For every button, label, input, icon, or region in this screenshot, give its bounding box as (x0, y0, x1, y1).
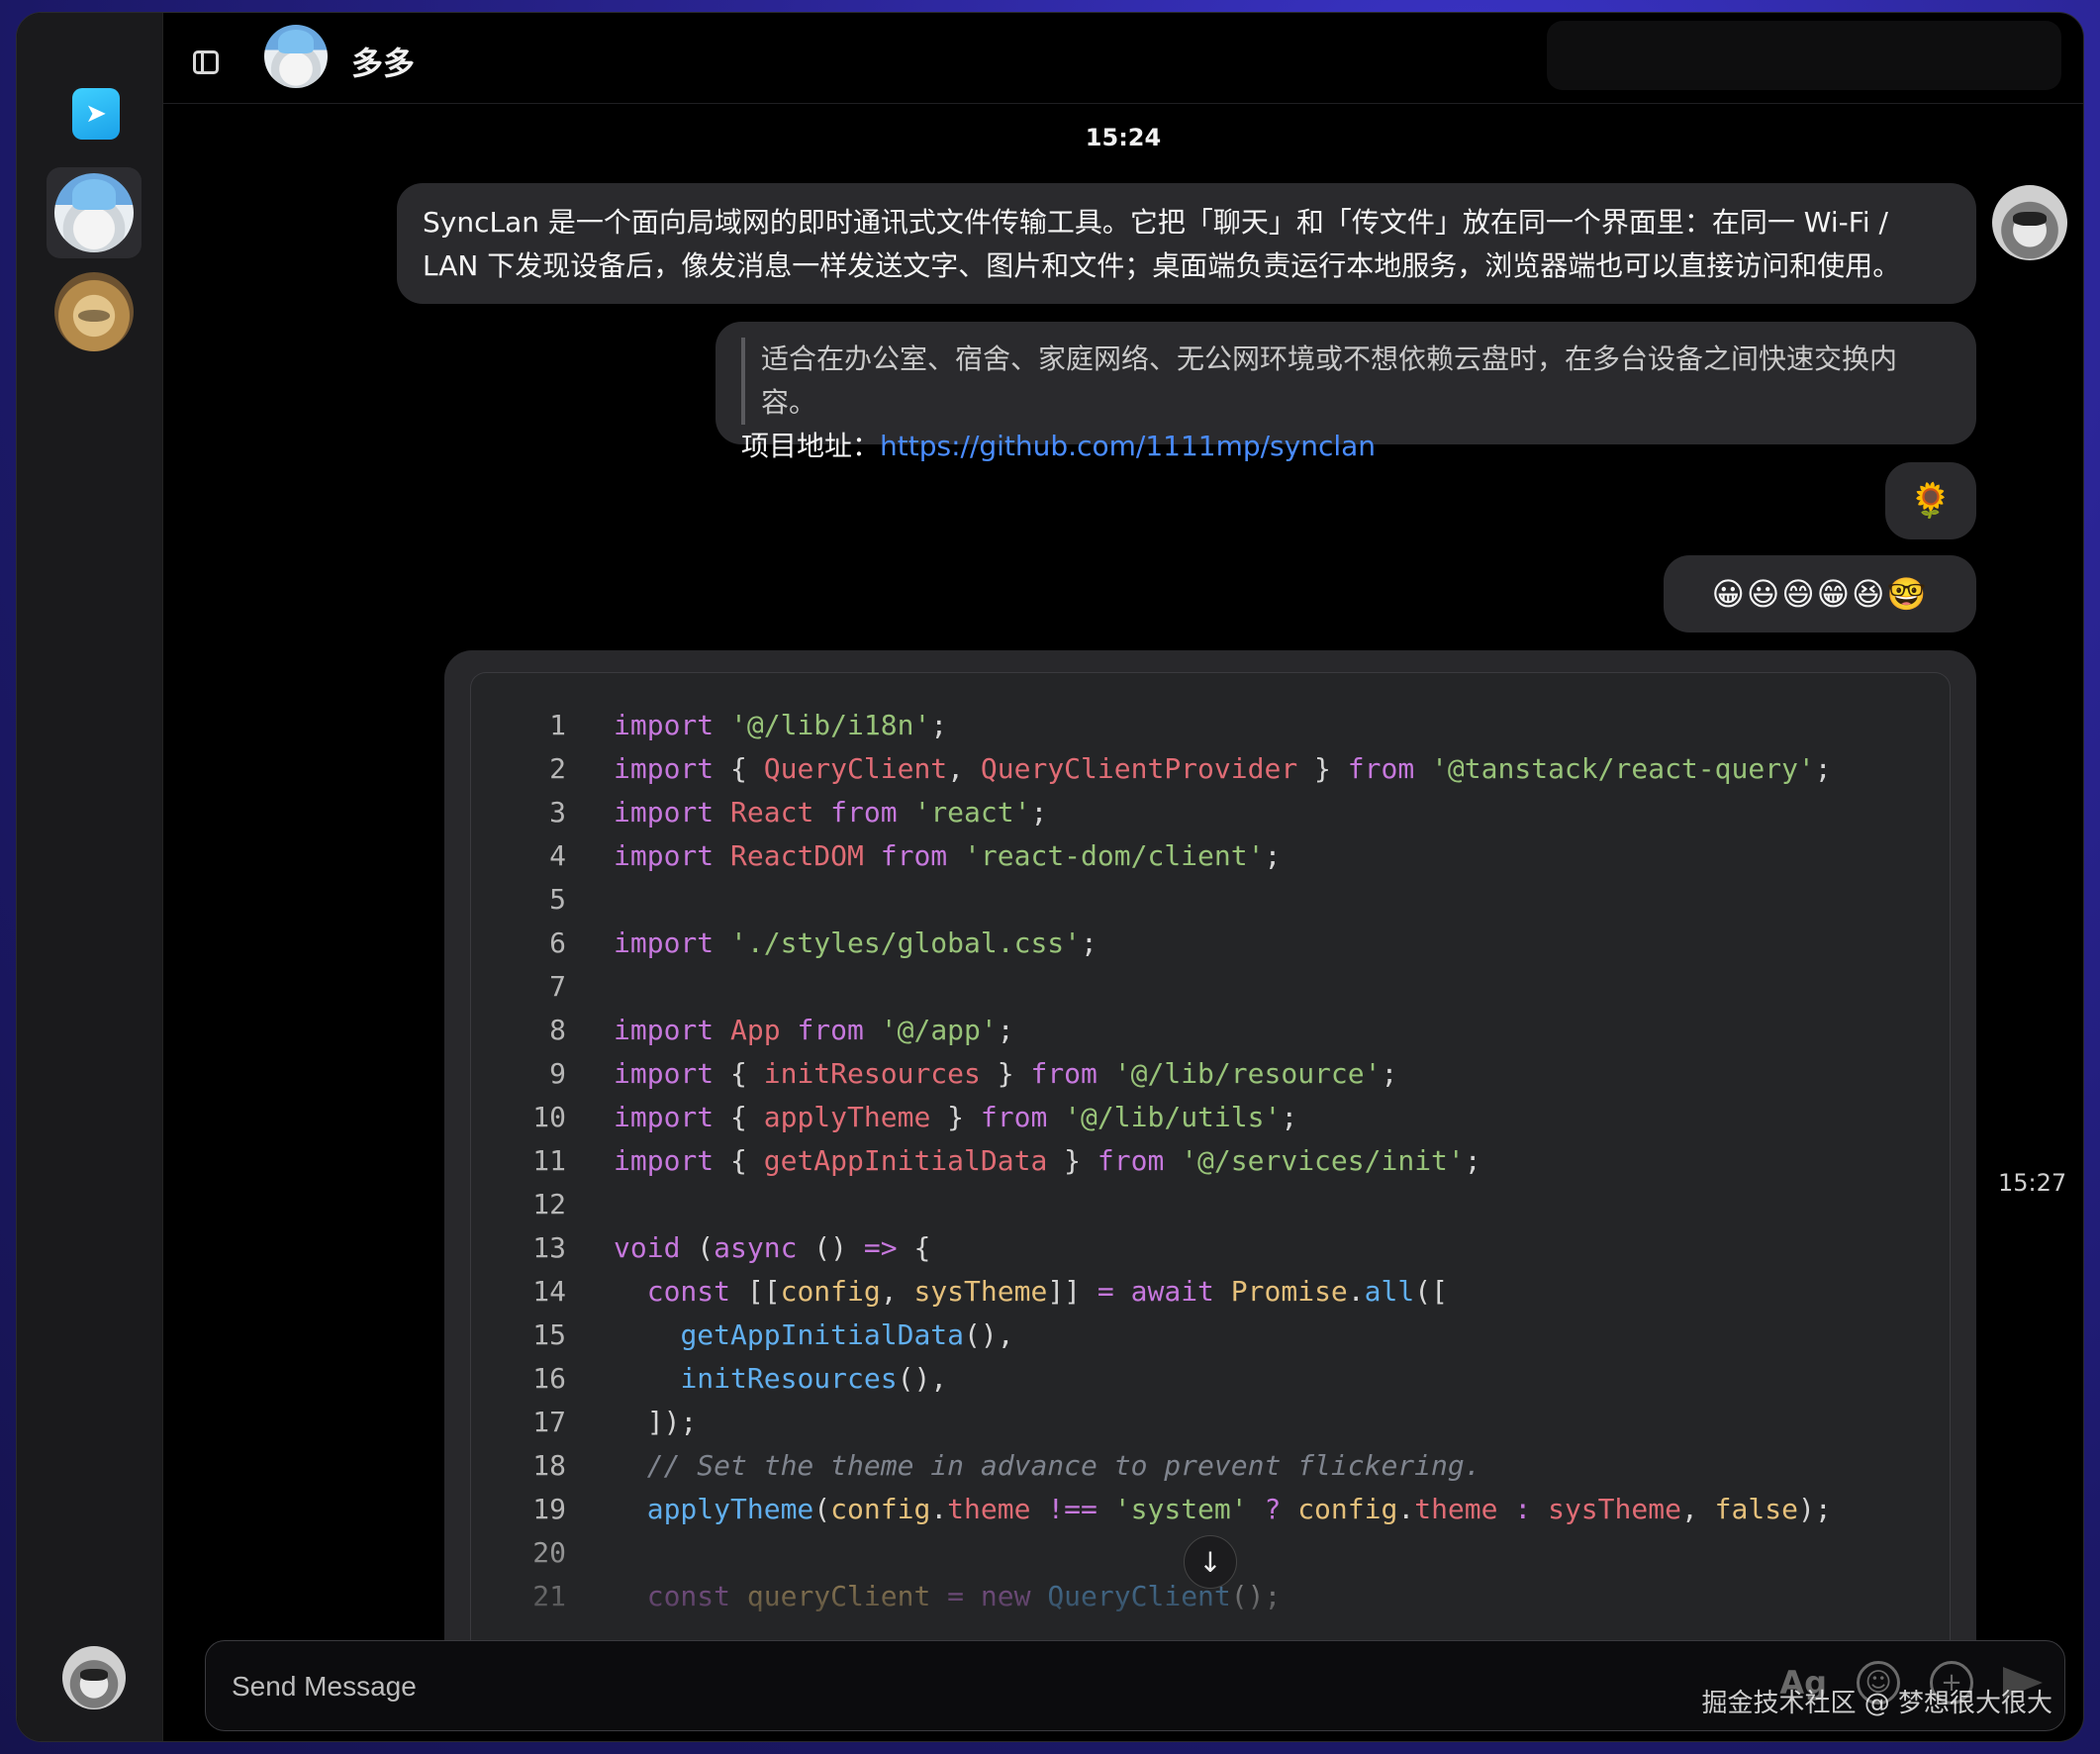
app-window: ➤ 多多 15:24 SyncLan 是一个面向局域网的即时通讯式文件传输工具。… (16, 12, 2084, 1742)
code-line: 5 (471, 877, 1950, 921)
contact-avatar (54, 272, 134, 351)
sidebar-item-cat[interactable] (47, 266, 142, 357)
contact-avatar (54, 173, 134, 252)
chat-header: 多多 (163, 13, 2083, 104)
header-actions (1547, 21, 2061, 90)
watermark: 掘金技术社区 @ 梦想很大很大 (1701, 1689, 2052, 1718)
project-link[interactable]: https://github.com/1111mp/synclan (880, 430, 1376, 462)
code-line: 8 import App from '@/app'; (471, 1008, 1950, 1051)
line-number: 16 (532, 1361, 566, 1395)
message-input[interactable] (232, 1667, 1320, 1706)
line-number: 2 (549, 751, 566, 785)
code-line: 9 import { initResources } from '@/lib/re… (471, 1051, 1950, 1095)
code-line: 17 ]); (471, 1400, 1950, 1443)
line-number: 13 (532, 1230, 566, 1264)
line-number: 7 (549, 969, 566, 1003)
line-number: 9 (549, 1056, 566, 1090)
message-bubble-emojis[interactable]: 😀😃😄😁😆🤓 (1664, 555, 1976, 633)
message-bubble-intro[interactable]: SyncLan 是一个面向局域网的即时通讯式文件传输工具。它把「聊天」和「传文件… (397, 183, 1976, 304)
sidebar-item-duoduo[interactable] (47, 167, 142, 258)
message-bubble-code[interactable]: 1 import '@/lib/i18n'; 2 import { QueryCli… (444, 650, 1976, 1640)
header-avatar[interactable] (264, 25, 328, 88)
code-block: 1 import '@/lib/i18n'; 2 import { QueryCli… (470, 672, 1951, 1640)
sidebar: ➤ (17, 13, 163, 1741)
chat-panel: 多多 15:24 SyncLan 是一个面向局域网的即时通讯式文件传输工具。它把… (163, 13, 2083, 1741)
message-timestamp: 15:27 (1998, 1169, 2067, 1197)
code-line: 7 (471, 964, 1950, 1008)
code-line: 10 import { applyTheme } from '@/lib/util… (471, 1095, 1950, 1138)
code-line: 11 import { getAppInitialData } from '@/s… (471, 1138, 1950, 1182)
line-number: 18 (532, 1448, 566, 1482)
sidebar-toggle-icon[interactable] (193, 50, 219, 74)
line-number: 4 (549, 838, 566, 872)
line-number: 19 (532, 1492, 566, 1525)
code-line: 3 import React from 'react'; (471, 790, 1950, 833)
line-number: 11 (532, 1143, 566, 1177)
line-number: 1 (549, 708, 566, 741)
code-line: 18 // Set the theme in advance to preven… (471, 1443, 1950, 1487)
line-number: 14 (532, 1274, 566, 1308)
code-line: 2 import { QueryClient, QueryClientProvid… (471, 746, 1950, 790)
message-bubble-quote[interactable]: 适合在办公室、宿舍、家庭网络、无公网环境或不想依赖云盘时，在多台设备之间快速交换… (716, 322, 1976, 462)
message-timestamp: 15:24 (1085, 124, 1162, 151)
emoji-row: 😀😃😄😁😆🤓 (1711, 575, 1929, 613)
project-label: 项目地址： (741, 430, 881, 462)
my-profile-avatar[interactable] (62, 1646, 126, 1709)
sender-avatar[interactable] (1992, 185, 2067, 260)
line-number: 8 (549, 1013, 566, 1046)
line-number: 15 (532, 1317, 566, 1351)
app-logo-icon: ➤ (72, 88, 120, 140)
code-line: 12 (471, 1182, 1950, 1225)
line-number: 17 (532, 1405, 566, 1438)
line-number: 5 (549, 882, 566, 916)
line-number: 3 (549, 795, 566, 828)
line-number: 6 (549, 926, 566, 959)
quote-block: 适合在办公室、宿舍、家庭网络、无公网环境或不想依赖云盘时，在多台设备之间快速交换… (741, 338, 1951, 425)
code-line: 1 import '@/lib/i18n'; (471, 703, 1950, 746)
code-line: 15 getAppInitialData(), (471, 1313, 1950, 1356)
message-text: SyncLan 是一个面向局域网的即时通讯式文件传输工具。它把「聊天」和「传文件… (423, 206, 1901, 282)
sunflower-emoji: 🌻 (1909, 481, 1953, 521)
chat-title: 多多 (351, 45, 416, 82)
code-line: 4 import ReactDOM from 'react-dom/client'… (471, 833, 1950, 877)
arrow-down-icon[interactable]: ↓ (1184, 1535, 1237, 1589)
project-line: 项目地址：https://github.com/1111mp/synclan (741, 425, 1951, 468)
line-number: 10 (532, 1100, 566, 1133)
code-line: 13 void (async () => { (471, 1225, 1950, 1269)
line-number: 12 (532, 1187, 566, 1220)
code-line: 6 import './styles/global.css'; (471, 921, 1950, 964)
message-bubble-sunflower[interactable]: 🌻 (1885, 462, 1976, 539)
code-line: 14 const [[config, sysTheme]] = await Pr… (471, 1269, 1950, 1313)
code-line: 16 initResources(), (471, 1356, 1950, 1400)
